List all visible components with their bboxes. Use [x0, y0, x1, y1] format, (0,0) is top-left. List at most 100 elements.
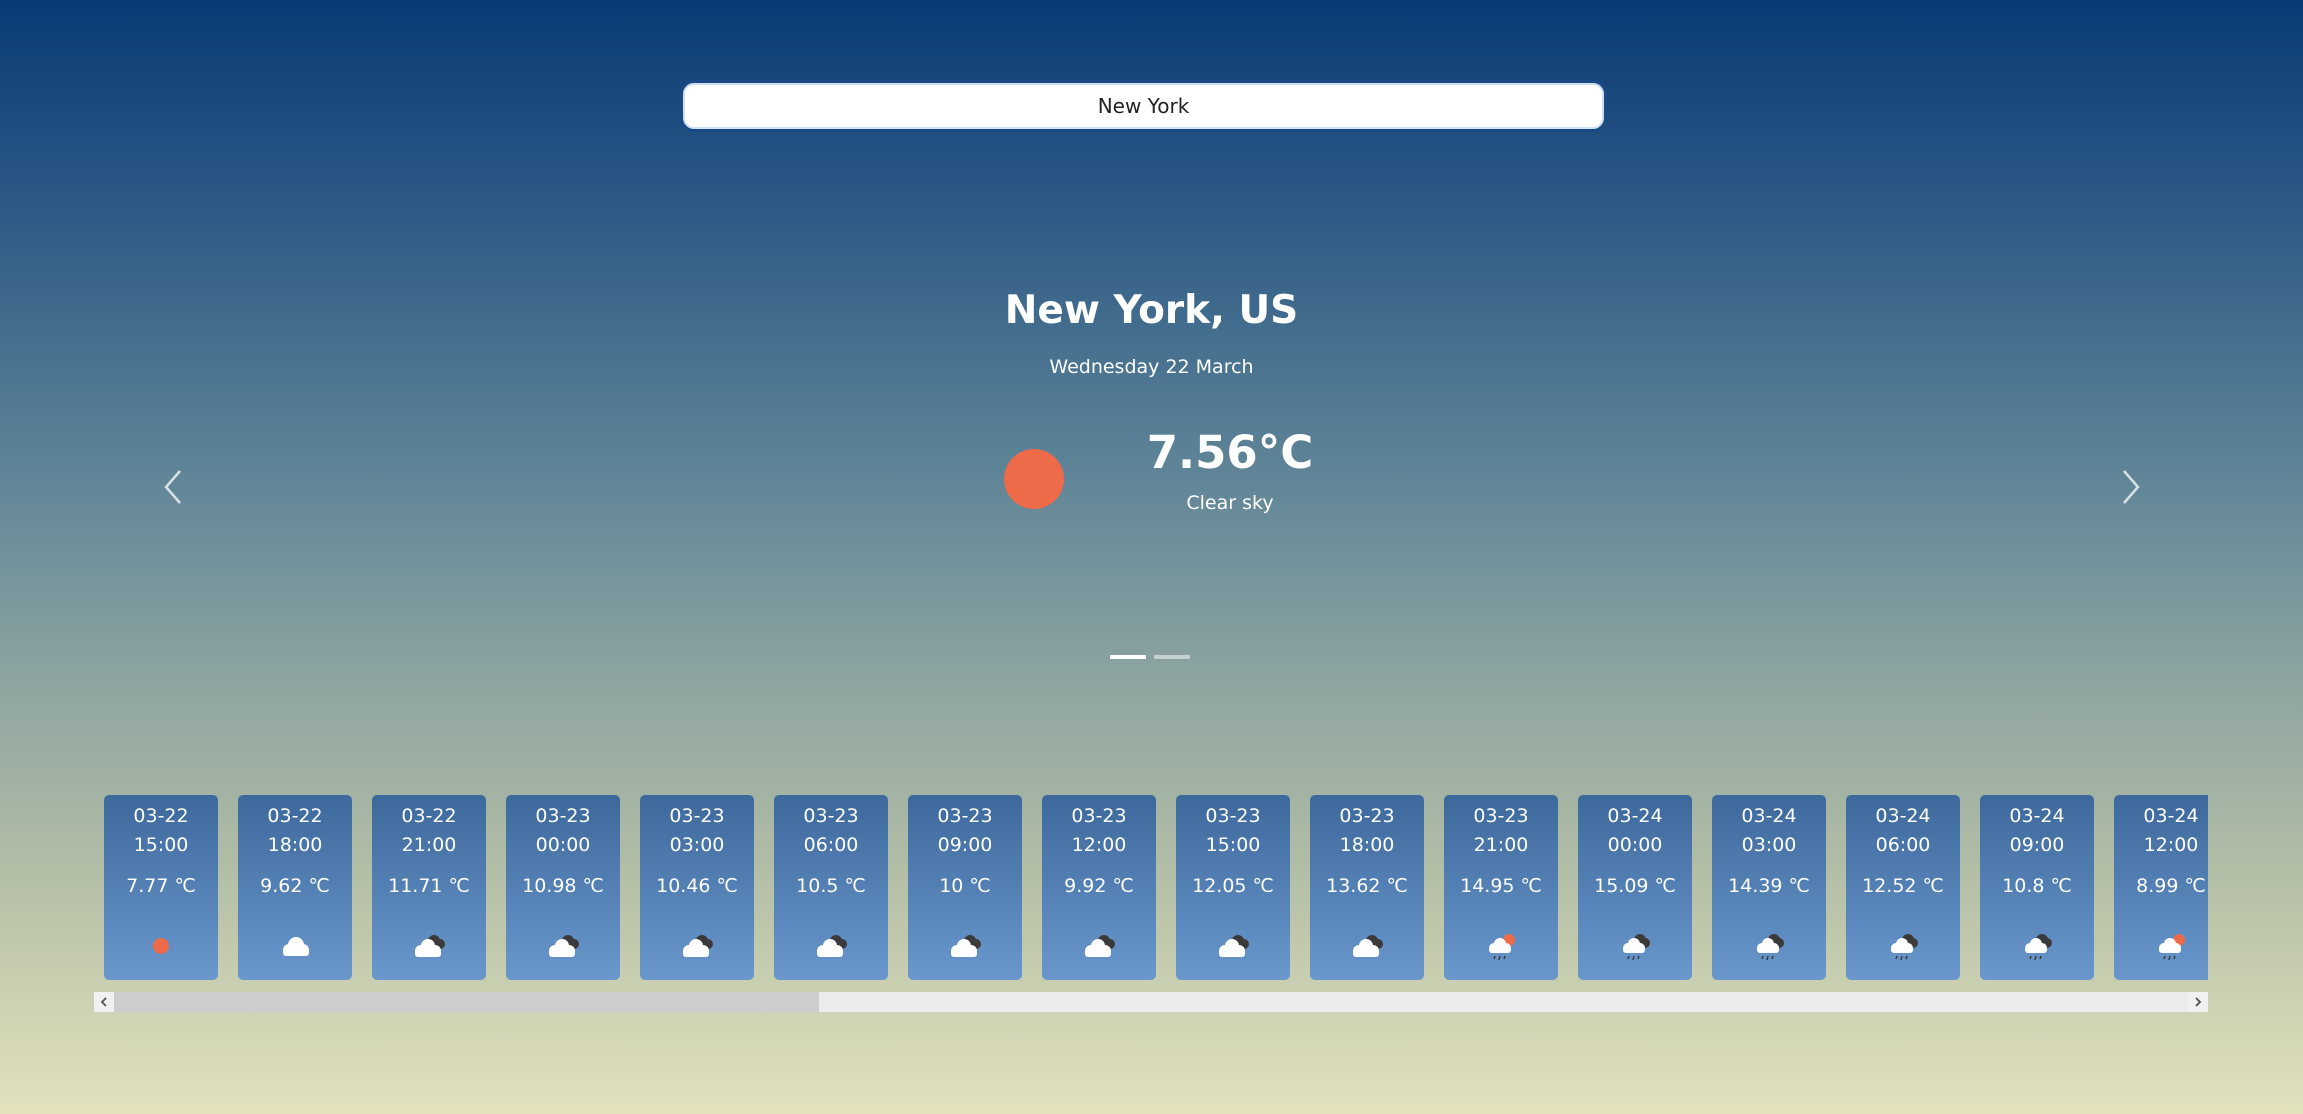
- broken-clouds-icon: [1213, 929, 1253, 963]
- forecast-card: 03-24 00:00 15.09 ℃: [1578, 795, 1692, 980]
- cloud-icon: [275, 929, 315, 963]
- broken-clouds-icon: [543, 929, 583, 963]
- forecast-card: 03-22 15:00 7.77 ℃: [104, 795, 218, 980]
- forecast-card: 03-23 03:00 10.46 ℃: [640, 795, 754, 980]
- forecast-time: 12:00: [2143, 834, 2199, 856]
- forecast-date: 03-23: [803, 805, 859, 827]
- forecast-date: 03-23: [669, 805, 725, 827]
- scroll-left-button[interactable]: [94, 992, 114, 1012]
- rain-icon: [1749, 929, 1789, 963]
- forecast-temperature: 11.71 ℃: [388, 875, 470, 897]
- forecast-date: 03-23: [1205, 805, 1261, 827]
- forecast-card: 03-23 15:00 12.05 ℃: [1176, 795, 1290, 980]
- current-temperature: 7.56°C: [1146, 426, 1314, 479]
- forecast-time: 00:00: [535, 834, 591, 856]
- forecast-strip[interactable]: 03-22 15:00 7.77 ℃ 03-22 18:00 9.62 ℃ 03-22 21:…: [104, 795, 2208, 983]
- forecast-time: 21:00: [1473, 834, 1529, 856]
- forecast-temperature: 10.8 ℃: [2002, 875, 2072, 897]
- sun-icon: [1004, 449, 1064, 509]
- rain-icon: [1883, 929, 1923, 963]
- forecast-card: 03-24 09:00 10.8 ℃: [1980, 795, 2094, 980]
- forecast-card: 03-22 18:00 9.62 ℃: [238, 795, 352, 980]
- forecast-temperature: 10 ℃: [939, 875, 991, 897]
- forecast-date: 03-24: [1607, 805, 1663, 827]
- forecast-time: 12:00: [1071, 834, 1127, 856]
- forecast-temperature: 12.52 ℃: [1862, 875, 1944, 897]
- forecast-date: 03-24: [2143, 805, 2199, 827]
- forecast-card: 03-23 21:00 14.95 ℃: [1444, 795, 1558, 980]
- search-box: [680, 80, 1607, 132]
- forecast-card: 03-24 03:00 14.39 ℃: [1712, 795, 1826, 980]
- forecast-time: 03:00: [669, 834, 725, 856]
- forecast-time: 18:00: [267, 834, 323, 856]
- sun-rain-icon: [2151, 929, 2191, 963]
- forecast-time: 15:00: [1205, 834, 1261, 856]
- scrollbar-thumb[interactable]: [114, 992, 819, 1012]
- scroll-left-arrow-icon: [100, 997, 107, 1007]
- forecast-time: 21:00: [401, 834, 457, 856]
- forecast-temperature: 14.95 ℃: [1460, 875, 1542, 897]
- broken-clouds-icon: [945, 929, 985, 963]
- sun-rain-icon: [1481, 929, 1521, 963]
- forecast-card: 03-23 12:00 9.92 ℃: [1042, 795, 1156, 980]
- forecast-date: 03-23: [1473, 805, 1529, 827]
- forecast-date: 03-24: [2009, 805, 2065, 827]
- broken-clouds-icon: [1079, 929, 1119, 963]
- forecast-temperature: 13.62 ℃: [1326, 875, 1408, 897]
- scroll-right-button[interactable]: [2188, 992, 2208, 1012]
- carousel-indicator[interactable]: [1154, 655, 1190, 659]
- horizontal-scrollbar[interactable]: [94, 992, 2208, 1012]
- forecast-time: 00:00: [1607, 834, 1663, 856]
- forecast-time: 06:00: [803, 834, 859, 856]
- forecast-date: 03-23: [1071, 805, 1127, 827]
- forecast-temperature: 9.62 ℃: [260, 875, 330, 897]
- forecast-time: 09:00: [2009, 834, 2065, 856]
- forecast-card: 03-23 09:00 10 ℃: [908, 795, 1022, 980]
- current-date: Wednesday 22 March: [1049, 356, 1254, 378]
- forecast-date: 03-24: [1741, 805, 1797, 827]
- forecast-card: 03-23 00:00 10.98 ℃: [506, 795, 620, 980]
- forecast-date: 03-23: [937, 805, 993, 827]
- chevron-left-icon: [164, 470, 181, 504]
- forecast-date: 03-22: [133, 805, 189, 827]
- forecast-time: 15:00: [133, 834, 189, 856]
- forecast-temperature: 14.39 ℃: [1728, 875, 1810, 897]
- forecast-time: 18:00: [1339, 834, 1395, 856]
- forecast-row: 03-22 15:00 7.77 ℃ 03-22 18:00 9.62 ℃ 03-22 21:…: [104, 795, 2208, 980]
- forecast-date: 03-23: [535, 805, 591, 827]
- chevron-right-icon: [2123, 470, 2140, 504]
- search-input[interactable]: [680, 80, 1607, 132]
- broken-clouds-icon: [1347, 929, 1387, 963]
- broken-clouds-icon: [811, 929, 851, 963]
- forecast-date: 03-22: [401, 805, 457, 827]
- forecast-temperature: 9.92 ℃: [1064, 875, 1134, 897]
- carousel-prev-button[interactable]: [158, 468, 188, 506]
- forecast-temperature: 12.05 ℃: [1192, 875, 1274, 897]
- broken-clouds-icon: [677, 929, 717, 963]
- forecast-card: 03-24 12:00 8.99 ℃: [2114, 795, 2208, 980]
- forecast-temperature: 7.77 ℃: [126, 875, 196, 897]
- rain-icon: [2017, 929, 2057, 963]
- forecast-date: 03-23: [1339, 805, 1395, 827]
- scroll-right-arrow-icon: [2195, 997, 2202, 1007]
- forecast-card: 03-24 06:00 12.52 ℃: [1846, 795, 1960, 980]
- broken-clouds-icon: [409, 929, 449, 963]
- forecast-temperature: 10.98 ℃: [522, 875, 604, 897]
- forecast-temperature: 10.5 ℃: [796, 875, 866, 897]
- forecast-card: 03-23 06:00 10.5 ℃: [774, 795, 888, 980]
- forecast-temperature: 10.46 ℃: [656, 875, 738, 897]
- carousel-indicator[interactable]: [1110, 655, 1146, 659]
- carousel-indicators: [1110, 655, 1190, 659]
- forecast-time: 03:00: [1741, 834, 1797, 856]
- forecast-time: 06:00: [1875, 834, 1931, 856]
- forecast-date: 03-22: [267, 805, 323, 827]
- location-title: New York, US: [1004, 288, 1299, 333]
- weather-condition: Clear sky: [1186, 492, 1274, 514]
- forecast-time: 09:00: [937, 834, 993, 856]
- carousel-next-button[interactable]: [2116, 468, 2146, 506]
- rain-icon: [1615, 929, 1655, 963]
- sun-icon: [141, 929, 181, 963]
- forecast-temperature: 15.09 ℃: [1594, 875, 1676, 897]
- forecast-card: 03-23 18:00 13.62 ℃: [1310, 795, 1424, 980]
- forecast-date: 03-24: [1875, 805, 1931, 827]
